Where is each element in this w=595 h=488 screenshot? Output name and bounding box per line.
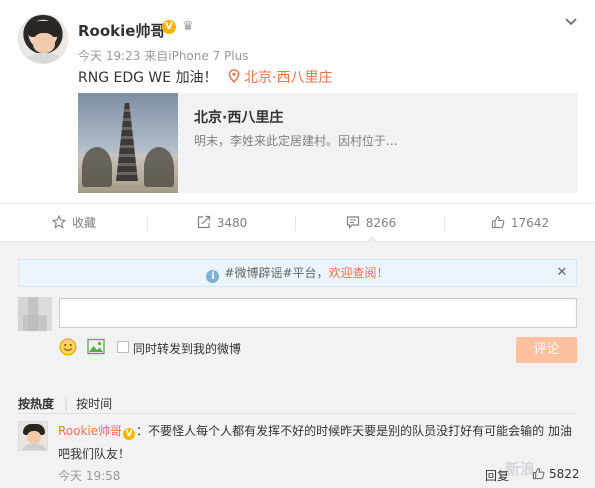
- author-avatar[interactable]: [18, 14, 68, 64]
- divider: [444, 215, 445, 231]
- repost-checkbox-label[interactable]: 同时转发到我的微博: [133, 340, 241, 357]
- comment-section: i #微博辟谣#平台，欢迎查阅！ ✕ 同时转发到我的微博 评论 按热度 | 按时间 R…: [0, 241, 595, 488]
- close-icon[interactable]: ✕: [556, 260, 568, 286]
- favorite-label: 收藏: [71, 216, 96, 230]
- verified-badge[interactable]: V: [162, 20, 176, 34]
- reply-time: 今天 19:58: [58, 469, 121, 483]
- reply-text: Rookie帅哥 V ：不要怪人每个人都有发挥不好的时候昨天要是别的队员没打好有可能…: [58, 422, 572, 440]
- chevron-down-icon[interactable]: [563, 13, 579, 29]
- thumbnail-tree: [144, 147, 174, 187]
- post-time[interactable]: 今天 19:23: [78, 49, 140, 63]
- sort-by-time[interactable]: 按时间: [76, 397, 112, 411]
- like-button[interactable]: 17642: [446, 204, 594, 242]
- location-link[interactable]: 北京·西八里庄: [228, 67, 332, 87]
- comment-input[interactable]: [59, 298, 577, 328]
- avatar-shirt: [23, 53, 65, 63]
- star-icon: [51, 206, 67, 229]
- reply-button[interactable]: 回复: [485, 467, 509, 484]
- repost-count: 3480: [216, 216, 248, 230]
- thumbs-up-icon[interactable]: [532, 467, 545, 480]
- emoji-icon[interactable]: [59, 338, 77, 356]
- reply-text-line1: ：不要怪人每个人都有发挥不好的时候昨天要是别的队员没打好有可能会输的 加油: [136, 424, 572, 438]
- repost-checkbox[interactable]: [117, 341, 129, 353]
- watermark: 新浪: [505, 460, 536, 478]
- info-icon: i: [206, 270, 220, 283]
- favorite-button[interactable]: 收藏: [0, 204, 148, 242]
- reply-like-count: 5822: [549, 467, 580, 481]
- notice-text: #微博辟谣#平台，: [224, 266, 329, 280]
- thumbnail-tree: [82, 147, 112, 187]
- thumbs-up-icon: [491, 206, 505, 229]
- avatar-shirt: [21, 444, 47, 450]
- divider: |: [64, 397, 69, 411]
- repost-icon: [197, 206, 211, 229]
- current-user-avatar: [18, 297, 52, 331]
- comment-icon: [346, 206, 360, 229]
- crown-icon[interactable]: ♛: [180, 19, 196, 35]
- repost-button[interactable]: 3480: [148, 204, 296, 242]
- avatar-face: [27, 431, 41, 444]
- notice-link[interactable]: 欢迎查阅！: [329, 266, 389, 280]
- avatar-face: [33, 33, 55, 53]
- divider: [295, 215, 296, 231]
- card-description: 明末，李姓来此定居建村。因村位于...: [194, 134, 398, 148]
- sort-by-hot[interactable]: 按热度: [18, 397, 54, 411]
- author-name[interactable]: Rookie帅哥: [78, 20, 165, 41]
- location-pin-icon: [228, 69, 240, 84]
- card-title: 北京·西八里庄: [194, 110, 284, 126]
- sort-tabs: 按热度 | 按时间: [18, 395, 112, 412]
- reply-author-name[interactable]: Rookie帅哥: [58, 424, 122, 438]
- location-card[interactable]: 北京·西八里庄 明末，李姓来此定居建村。因村位于...: [78, 93, 578, 193]
- rumor-notice: i #微博辟谣#平台，欢迎查阅！ ✕: [18, 259, 577, 287]
- location-label: 北京·西八里庄: [244, 70, 333, 86]
- divider: [18, 413, 577, 414]
- reply-author-avatar[interactable]: [18, 421, 48, 451]
- reply-text-line2: 吧我们队友！: [58, 447, 131, 461]
- verified-badge[interactable]: V: [123, 428, 136, 440]
- post-device[interactable]: iPhone 7 Plus: [168, 49, 248, 63]
- image-icon[interactable]: [87, 338, 105, 355]
- comment-submit-button[interactable]: 评论: [516, 337, 577, 363]
- action-bar: 收藏 3480 8266 17642: [0, 203, 595, 241]
- post-via: 来自: [144, 49, 169, 63]
- post-meta: 今天 19:23 来自iPhone 7 Plus: [78, 47, 248, 64]
- location-thumbnail: [78, 93, 178, 193]
- like-count: 17642: [510, 216, 550, 230]
- comment-count: 8266: [365, 216, 397, 230]
- thumbnail-pagoda: [116, 103, 138, 181]
- post-text: RNG EDG WE 加油！: [78, 70, 218, 86]
